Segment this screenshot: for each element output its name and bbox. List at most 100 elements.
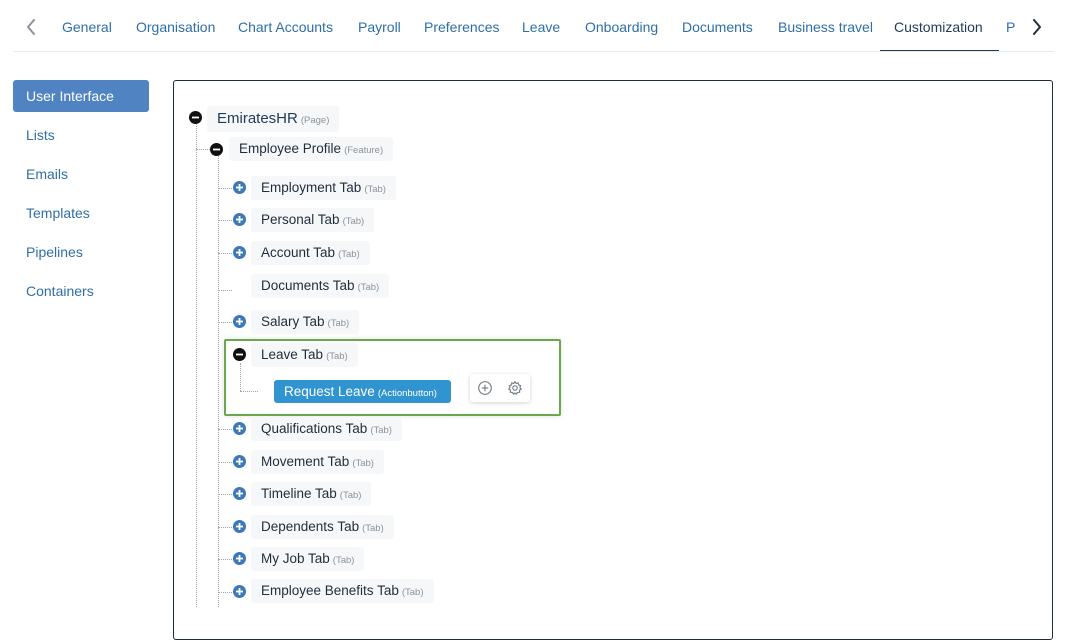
tab-po[interactable]: Po: [1006, 0, 1016, 52]
node-label: Request Leave: [284, 384, 375, 399]
tree-connector: [218, 592, 234, 593]
node-type: (Tab): [332, 555, 355, 566]
tree-connector: [218, 322, 234, 323]
node-label: Employment Tab: [261, 180, 362, 195]
tree-node-feature[interactable]: Employee Profile (Feature): [229, 137, 394, 161]
tab-organisation[interactable]: Organisation: [136, 0, 215, 52]
tree-connector: [218, 290, 232, 291]
sidebar: User Interface Lists Emails Templates Pi…: [13, 80, 149, 314]
tree-connector-leave-children: [240, 363, 241, 391]
node-type: (Tab): [364, 184, 386, 195]
node-type: (Page): [300, 115, 330, 126]
node-type: (Tab): [327, 318, 350, 329]
tab-bar-divider: [14, 51, 1054, 52]
tab-documents[interactable]: Documents: [682, 0, 753, 52]
plus-circle-icon[interactable]: [233, 552, 246, 565]
node-label: EmiratesHR: [217, 110, 298, 127]
tab-payroll[interactable]: Payroll: [358, 0, 401, 52]
sidebar-item-user-interface[interactable]: User Interface: [13, 80, 149, 112]
plus-circle-icon[interactable]: [233, 487, 246, 500]
sidebar-item-templates[interactable]: Templates: [13, 197, 149, 229]
node-type: (Tab): [362, 523, 384, 534]
tree-node-personal-tab[interactable]: Personal Tab (Tab): [251, 208, 375, 232]
tree-connector: [218, 462, 234, 463]
tree-node-dependents-tab[interactable]: Dependents Tab (Tab): [251, 515, 394, 539]
plus-circle-icon[interactable]: [233, 246, 246, 259]
sidebar-item-lists[interactable]: Lists: [13, 119, 149, 151]
top-tab-bar: General Organisation Chart Accounts Payr…: [0, 0, 1079, 52]
chevron-right-icon[interactable]: [1024, 14, 1050, 40]
node-type: (Tab): [339, 490, 362, 501]
tree-node-timeline-tab[interactable]: Timeline Tab (Tab): [251, 482, 372, 506]
node-label: Account Tab: [261, 245, 336, 260]
node-action-toolbar: [470, 374, 530, 402]
node-label: My Job Tab: [261, 551, 330, 566]
tree-connector: [218, 429, 234, 430]
tab-customization[interactable]: Customization: [880, 0, 999, 52]
tab-business-travel[interactable]: Business travel: [778, 0, 873, 52]
tree-node-employee-benefits-tab[interactable]: Employee Benefits Tab (Tab): [251, 579, 434, 603]
tree-node-my-job-tab[interactable]: My Job Tab (Tab): [251, 547, 365, 571]
minus-circle-icon[interactable]: [210, 143, 223, 156]
plus-circle-icon[interactable]: [233, 455, 246, 468]
node-label: Qualifications Tab: [261, 421, 368, 436]
plus-circle-icon[interactable]: [233, 520, 246, 533]
plus-circle-icon[interactable]: [233, 315, 246, 328]
tab-leave[interactable]: Leave: [522, 0, 560, 52]
node-label: Timeline Tab: [261, 486, 337, 501]
tree-node-employment-tab[interactable]: Employment Tab (Tab): [251, 176, 396, 200]
tree-connector: [218, 494, 234, 495]
node-label: Movement Tab: [261, 454, 350, 469]
tree-connector: [218, 188, 234, 189]
tab-strip: General Organisation Chart Accounts Payr…: [48, 0, 1016, 52]
sidebar-item-containers[interactable]: Containers: [13, 275, 149, 307]
node-type: (Tab): [401, 587, 424, 598]
node-label: Dependents Tab: [261, 519, 360, 534]
tab-chart-accounts[interactable]: Chart Accounts: [238, 0, 333, 52]
minus-circle-icon[interactable]: [189, 111, 202, 124]
node-type: (Tab): [342, 216, 365, 227]
node-label: Employee Benefits Tab: [261, 583, 399, 598]
tree-node-account-tab[interactable]: Account Tab (Tab): [251, 241, 370, 265]
gear-icon[interactable]: [507, 380, 523, 396]
tree-connector: [218, 559, 234, 560]
plus-circle-icon[interactable]: [233, 422, 246, 435]
sidebar-item-pipelines[interactable]: Pipelines: [13, 236, 149, 268]
node-label: Leave Tab: [261, 347, 324, 362]
tab-onboarding[interactable]: Onboarding: [585, 0, 658, 52]
tree-connector: [218, 527, 234, 528]
request-leave-action-node[interactable]: Request Leave (Actionbutton): [274, 380, 451, 403]
node-type: (Tab): [357, 282, 380, 293]
node-type: (Actionbutton): [377, 388, 437, 399]
plus-circle-icon[interactable]: [233, 181, 246, 194]
tree-connector: [240, 391, 258, 392]
node-label: Documents Tab: [261, 278, 355, 293]
minus-circle-icon[interactable]: [233, 348, 246, 361]
sidebar-item-emails[interactable]: Emails: [13, 158, 149, 190]
add-circle-icon[interactable]: [477, 380, 493, 396]
tree-node-documents-tab[interactable]: Documents Tab (Tab): [251, 274, 390, 298]
tree-node-root[interactable]: EmiratesHR (Page): [207, 106, 340, 132]
plus-circle-icon[interactable]: [233, 213, 246, 226]
node-type: (Feature): [344, 145, 384, 156]
tab-preferences[interactable]: Preferences: [424, 0, 499, 52]
chevron-left-icon[interactable]: [18, 14, 44, 40]
tab-strip-edge: [1016, 0, 1024, 52]
tab-general[interactable]: General: [62, 0, 112, 52]
node-type: (Tab): [352, 458, 374, 469]
tree-node-salary-tab[interactable]: Salary Tab (Tab): [251, 310, 360, 334]
tree-connector-root: [196, 124, 197, 607]
node-type: (Tab): [326, 351, 348, 362]
tree-connector: [218, 220, 234, 221]
tree-node-leave-tab[interactable]: Leave Tab (Tab): [251, 343, 358, 367]
node-type: (Tab): [370, 425, 392, 436]
tree-node-movement-tab[interactable]: Movement Tab (Tab): [251, 450, 384, 474]
plus-circle-icon[interactable]: [233, 585, 246, 598]
tree-connector: [218, 253, 234, 254]
node-type: (Tab): [338, 249, 360, 260]
tree-connector-feature-children: [218, 156, 219, 607]
tree-node-qualifications-tab[interactable]: Qualifications Tab (Tab): [251, 417, 402, 441]
node-label: Personal Tab: [261, 212, 340, 227]
node-label: Salary Tab: [261, 314, 325, 329]
node-label: Employee Profile: [239, 141, 342, 156]
